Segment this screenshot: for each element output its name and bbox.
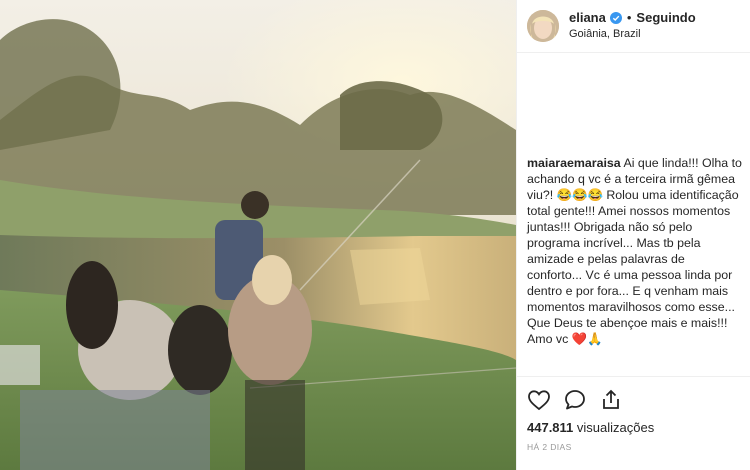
avatar[interactable]	[527, 10, 559, 42]
video-frame	[0, 0, 516, 470]
post-header: eliana • Seguindo Goiânia, Brazil	[517, 0, 750, 53]
video-media[interactable]	[0, 0, 516, 470]
comment-item: maiaraemaraisa Ai que linda!!! Olha to a…	[527, 155, 742, 347]
following-button[interactable]: Seguindo	[636, 11, 695, 25]
comments-section: maiaraemaraisa Ai que linda!!! Olha to a…	[527, 155, 742, 347]
header-separator: •	[626, 10, 632, 25]
comment-username[interactable]: maiaraemaraisa	[527, 156, 621, 170]
post-author-username[interactable]: eliana	[569, 11, 606, 25]
post-actions	[527, 388, 623, 412]
views-number: 447.811	[527, 420, 574, 435]
instagram-post: eliana • Seguindo Goiânia, Brazil maiara…	[0, 0, 750, 470]
views-count[interactable]: 447.811 visualizações	[527, 420, 654, 435]
views-label: visualizações	[576, 420, 655, 435]
actions-divider	[517, 376, 750, 377]
share-arrow-icon[interactable]	[599, 388, 623, 412]
post-sidebar: eliana • Seguindo Goiânia, Brazil maiara…	[516, 0, 750, 470]
heart-outline-icon[interactable]	[527, 388, 551, 412]
verified-badge-icon	[609, 12, 622, 24]
heart-emoji: ❤️	[571, 332, 588, 346]
comment-bubble-icon[interactable]	[563, 388, 587, 412]
post-timestamp[interactable]: HÁ 2 DIAS	[527, 442, 572, 452]
comment-text: Ai que linda!!! Olha to achando q vc é a…	[527, 156, 742, 346]
post-location[interactable]: Goiânia, Brazil	[569, 27, 696, 41]
praying-hands-emoji: 🙏	[587, 332, 603, 346]
